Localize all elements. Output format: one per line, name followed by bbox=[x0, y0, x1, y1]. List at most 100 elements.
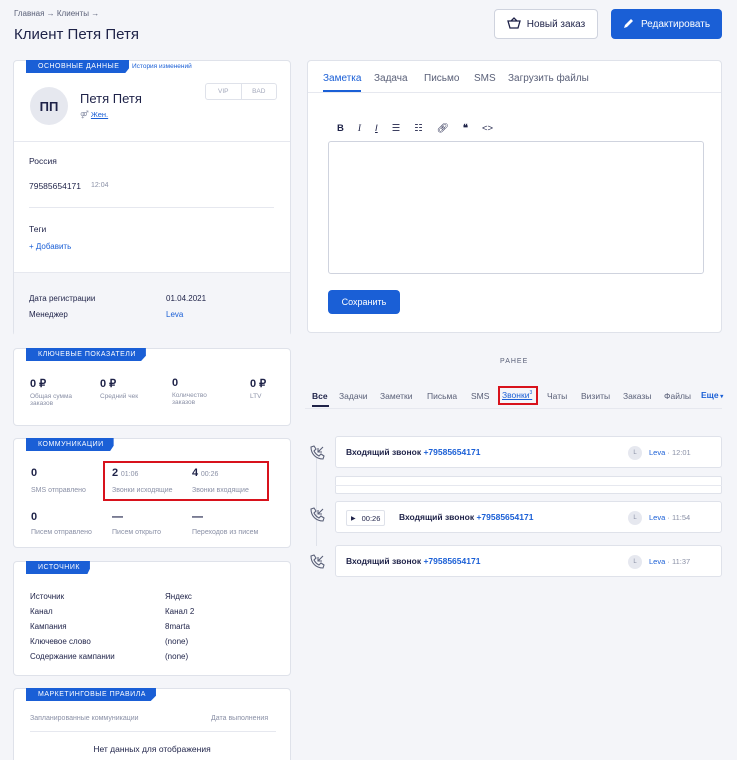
filter-more[interactable]: Еще ▾ bbox=[701, 390, 723, 400]
kpi-value: 0 bbox=[172, 377, 179, 389]
call-title: Входящий звонок +79585654171 bbox=[399, 512, 533, 522]
letter-clicks-label: Переходов из писем bbox=[192, 529, 259, 536]
source-row: Ключевое слово (none) bbox=[30, 637, 280, 646]
manager-avatar: L bbox=[628, 555, 642, 569]
pencil-icon bbox=[623, 17, 635, 32]
phone-number[interactable]: 79585654171 bbox=[29, 181, 81, 191]
call-entry[interactable]: Входящий звонок +79585654171 L Leva · 12… bbox=[335, 436, 722, 468]
filter-all-underline bbox=[312, 405, 329, 407]
breadcrumb[interactable]: Главная → Клиенты → bbox=[14, 9, 99, 18]
manager-label: Менеджер bbox=[29, 310, 68, 319]
numbered-list-icon[interactable]: ☷ bbox=[414, 123, 423, 134]
play-icon: ▶ bbox=[351, 515, 356, 522]
basic-data-banner: ОСНОВНЫЕ ДАННЫЕ bbox=[26, 60, 130, 73]
tab-upload-files[interactable]: Загрузить файлы bbox=[508, 73, 589, 84]
filter-letters[interactable]: Письма bbox=[427, 391, 457, 401]
manager-avatar: L bbox=[628, 511, 642, 525]
letters-sent-value: 0 bbox=[31, 511, 38, 523]
call-title: Входящий звонок +79585654171 bbox=[346, 447, 480, 457]
play-button[interactable]: ▶ 00:26 bbox=[346, 510, 386, 526]
bad-button[interactable]: BAD bbox=[242, 84, 277, 99]
link-icon[interactable]: 🔗︎ bbox=[437, 123, 449, 134]
call-entry[interactable]: ▶ 00:26 Входящий звонок +79585654171 L L… bbox=[335, 501, 722, 533]
note-editor-area[interactable] bbox=[328, 141, 704, 274]
vip-button[interactable]: VIP bbox=[206, 84, 242, 99]
call-manager[interactable]: Leva bbox=[649, 448, 665, 457]
avatar[interactable]: ПП bbox=[30, 87, 68, 125]
chevron-down-icon: ▾ bbox=[718, 394, 724, 400]
filter-orders[interactable]: Заказы bbox=[623, 391, 651, 401]
kpi-value: 0 ₽ bbox=[100, 378, 117, 390]
new-order-label: Новый заказ bbox=[526, 18, 586, 30]
source-label: Источник bbox=[30, 592, 65, 601]
marketing-banner: МАРКЕТИНГОВЫЕ ПРАВИЛА bbox=[26, 688, 156, 701]
marketing-empty: Нет данных для отображения bbox=[93, 744, 211, 754]
page-title: Клиент Петя Петя bbox=[14, 26, 139, 43]
kpi-banner: КЛЮЧЕВЫЕ ПОКАЗАТЕЛИ bbox=[26, 348, 146, 361]
vip-bad-toggle: VIP BAD bbox=[205, 83, 277, 100]
source-label: Содержание кампании bbox=[30, 652, 115, 661]
manager-link[interactable]: Leva bbox=[166, 310, 183, 319]
call-phone[interactable]: +79585654171 bbox=[423, 556, 480, 566]
source-banner: ИСТОЧНИК bbox=[26, 561, 90, 574]
kpi-label: Общая сумма заказов bbox=[30, 393, 73, 407]
new-order-button[interactable]: Новый заказ bbox=[494, 9, 598, 39]
call-title: Входящий звонок +79585654171 bbox=[346, 556, 480, 566]
italic-icon[interactable]: I bbox=[358, 124, 361, 134]
tab-letter[interactable]: Письмо bbox=[424, 73, 459, 84]
basket-icon bbox=[506, 16, 521, 32]
kpi-card: КЛЮЧЕВЫЕ ПОКАЗАТЕЛИ 0 ₽ Общая сумма зака… bbox=[13, 348, 291, 426]
letters-opened-value: — bbox=[112, 511, 123, 523]
call-entry[interactable]: Входящий звонок +79585654171 L Leva · 11… bbox=[335, 545, 722, 577]
filter-files[interactable]: Файлы bbox=[664, 391, 691, 401]
tab-sms[interactable]: SMS bbox=[474, 73, 496, 84]
call-meta: Leva · 11:54 bbox=[649, 513, 690, 522]
filter-notes[interactable]: Заметки bbox=[380, 391, 413, 401]
incoming-call-icon bbox=[308, 506, 326, 524]
source-label: Ключевое слово bbox=[30, 637, 91, 646]
filter-chats[interactable]: Чаты bbox=[547, 391, 567, 401]
kpi-value: 0 ₽ bbox=[30, 378, 47, 390]
call-time: 11:37 bbox=[671, 557, 691, 566]
editor-card: Заметка Задача Письмо SMS Загрузить файл… bbox=[307, 60, 722, 333]
source-value: Яндекс bbox=[165, 592, 192, 601]
gender-value: Жен. bbox=[90, 110, 109, 119]
clear-format-icon[interactable]: I bbox=[375, 123, 378, 134]
code-icon[interactable]: <> bbox=[482, 123, 493, 134]
call-phone[interactable]: +79585654171 bbox=[476, 512, 533, 522]
add-tag-button[interactable]: + Добавить bbox=[29, 242, 71, 251]
incoming-call-icon bbox=[308, 444, 326, 462]
country: Россия bbox=[29, 156, 57, 166]
source-row: Канал Канал 2 bbox=[30, 607, 280, 616]
filter-sms[interactable]: SMS bbox=[471, 391, 489, 401]
source-value: (none) bbox=[165, 637, 189, 646]
source-row: Содержание кампании (none) bbox=[30, 652, 280, 661]
sms-sent-label: SMS отправлено bbox=[31, 487, 86, 494]
tab-task[interactable]: Задача bbox=[374, 73, 408, 84]
kpi-value: 0 ₽ bbox=[250, 378, 267, 390]
filter-all[interactable]: Все bbox=[312, 391, 328, 401]
tab-note[interactable]: Заметка bbox=[323, 73, 361, 84]
call-phone[interactable]: +79585654171 bbox=[423, 447, 480, 457]
marketing-col-date: Дата выполнения bbox=[211, 715, 269, 722]
save-button[interactable]: Сохранить bbox=[328, 290, 400, 314]
calls-filter-highlight bbox=[498, 386, 538, 405]
filter-visits[interactable]: Визиты bbox=[581, 391, 610, 401]
quote-icon[interactable]: ❝ bbox=[463, 123, 468, 134]
bold-icon[interactable]: B bbox=[337, 123, 344, 134]
call-manager[interactable]: Leva bbox=[649, 513, 665, 522]
gender-row[interactable]: ⚤ Жен. bbox=[80, 110, 108, 119]
source-row: Кампания 8marta bbox=[30, 622, 280, 631]
edit-button[interactable]: Редактировать bbox=[611, 9, 722, 39]
reg-date-label: Дата регистрации bbox=[29, 294, 96, 303]
call-type: Входящий звонок bbox=[346, 556, 422, 566]
call-meta: Leva · 11:37 bbox=[649, 557, 690, 566]
kpi-label: Средний чек bbox=[100, 393, 139, 400]
history-link[interactable]: История изменений bbox=[132, 63, 192, 70]
bullet-list-icon[interactable]: ☰ bbox=[392, 123, 401, 134]
editor-toolbar: B I I ☰ ☷ 🔗︎ ❝ <> bbox=[337, 123, 493, 134]
kpi-item: 0 ₽ LTV bbox=[250, 377, 286, 400]
incoming-call-icon bbox=[308, 553, 326, 571]
filter-tasks[interactable]: Задачи bbox=[339, 391, 368, 401]
call-manager[interactable]: Leva bbox=[649, 557, 665, 566]
